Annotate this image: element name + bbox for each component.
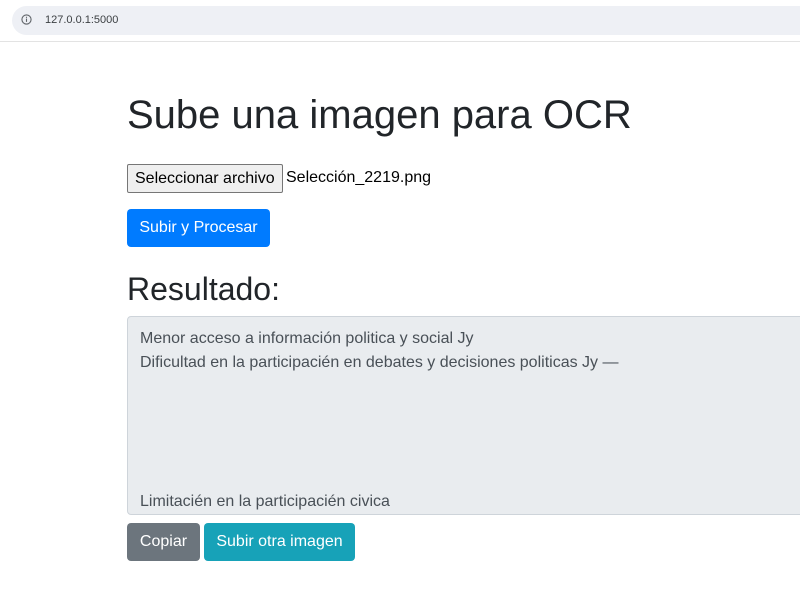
- upload-process-button[interactable]: Subir y Procesar: [127, 209, 270, 247]
- result-line: Limitacién en la participacién civica: [140, 493, 390, 510]
- url-field[interactable]: 127.0.0.1:5000: [12, 6, 800, 35]
- result-line: Dificultad en la participacién en debate…: [140, 354, 619, 371]
- url-text: 127.0.0.1:5000: [45, 14, 119, 26]
- copy-button[interactable]: Copiar: [127, 523, 200, 561]
- select-file-button[interactable]: Seleccionar archivo: [127, 164, 283, 193]
- page-title: Sube una imagen para OCR: [127, 93, 632, 137]
- browser-address-bar: 127.0.0.1:5000: [0, 0, 800, 42]
- result-line: Menor acceso a información politica y so…: [140, 330, 474, 347]
- result-textarea[interactable]: Menor acceso a información politica y so…: [127, 316, 800, 515]
- info-circle-icon[interactable]: [21, 14, 32, 25]
- selected-file-name: Selección_2219.png: [286, 169, 432, 186]
- upload-another-button[interactable]: Subir otra imagen: [204, 523, 355, 561]
- result-heading: Resultado:: [127, 271, 280, 307]
